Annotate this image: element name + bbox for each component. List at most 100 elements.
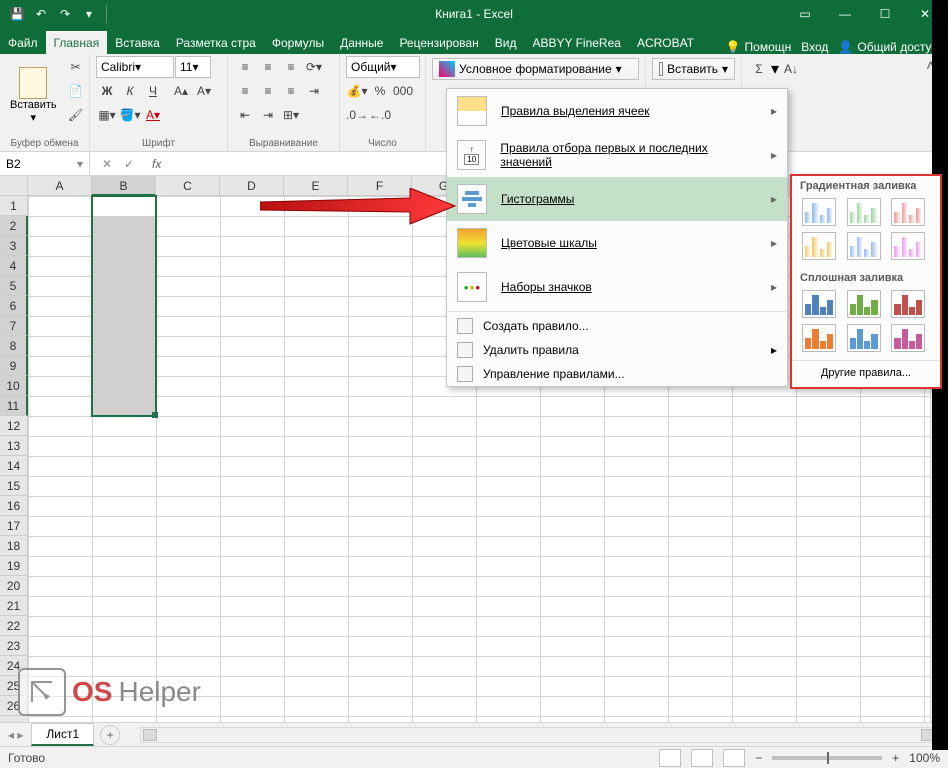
ribbon-options-button[interactable]: ▭ <box>786 1 824 27</box>
minimize-button[interactable]: — <box>826 1 864 27</box>
tab-file[interactable]: Файл <box>0 31 46 54</box>
borders-button[interactable]: ▦▾ <box>96 104 118 126</box>
data-bar-gradient-option[interactable] <box>802 198 836 226</box>
row-header[interactable]: 23 <box>0 636 28 656</box>
increase-indent-button[interactable]: ⇥ <box>257 104 279 126</box>
undo-button[interactable]: ↶ <box>30 3 52 25</box>
tab-acrobat[interactable]: ACROBAT <box>629 31 702 54</box>
redo-button[interactable]: ↷ <box>54 3 76 25</box>
row-header[interactable]: 2 <box>0 216 28 236</box>
underline-button[interactable]: Ч <box>142 80 164 102</box>
align-top-button[interactable]: ≡ <box>234 56 256 78</box>
decrease-decimal-button[interactable]: ←.0 <box>369 104 391 126</box>
data-bar-gradient-option[interactable] <box>847 232 881 260</box>
orientation-button[interactable]: ⟳▾ <box>303 56 325 78</box>
sheet-tab[interactable]: Лист1 <box>31 723 94 746</box>
percent-button[interactable]: % <box>369 80 391 102</box>
row-header[interactable]: 17 <box>0 516 28 536</box>
data-bar-solid-option[interactable] <box>802 290 836 318</box>
row-header[interactable]: 25 <box>0 676 28 696</box>
row-header[interactable]: 8 <box>0 336 28 356</box>
align-center-button[interactable]: ≡ <box>257 80 279 102</box>
select-all-button[interactable] <box>0 176 28 196</box>
merge-button[interactable]: ⊞▾ <box>280 104 302 126</box>
cf-color-scales-item[interactable]: Цветовые шкалы ▸ <box>447 221 787 265</box>
data-bar-gradient-option[interactable] <box>891 198 925 226</box>
align-left-button[interactable]: ≡ <box>234 80 256 102</box>
number-format-combo[interactable]: Общий ▾ <box>346 56 420 78</box>
data-bar-solid-option[interactable] <box>891 324 925 352</box>
font-color-button[interactable]: A▾ <box>142 104 164 126</box>
row-header[interactable]: 22 <box>0 616 28 636</box>
column-header[interactable]: A <box>28 176 92 196</box>
more-rules-link[interactable]: Другие правила... <box>792 360 940 385</box>
fill-handle[interactable] <box>152 412 158 418</box>
cf-data-bars-item[interactable]: Гистограммы ▸ <box>447 177 787 221</box>
tab-home[interactable]: Главная <box>46 31 108 54</box>
accounting-button[interactable]: 💰▾ <box>346 80 368 102</box>
row-header[interactable]: 19 <box>0 556 28 576</box>
cf-clear-rules-item[interactable]: Удалить правила ▸ <box>447 338 787 362</box>
add-sheet-button[interactable]: + <box>100 725 120 745</box>
qat-dropdown[interactable]: ▾ <box>78 3 100 25</box>
page-break-view-button[interactable] <box>723 749 745 767</box>
data-bar-gradient-option[interactable] <box>891 232 925 260</box>
tell-me[interactable]: 💡Помощн <box>726 40 792 54</box>
data-bar-gradient-option[interactable] <box>847 198 881 226</box>
row-header[interactable]: 15 <box>0 476 28 496</box>
row-header[interactable]: 14 <box>0 456 28 476</box>
copy-button[interactable]: 📄 <box>65 80 87 102</box>
row-header[interactable]: 26 <box>0 696 28 716</box>
row-header[interactable]: 12 <box>0 416 28 436</box>
decrease-indent-button[interactable]: ⇤ <box>234 104 256 126</box>
format-painter-button[interactable]: 🖌 <box>65 104 87 126</box>
name-box[interactable]: B2▾ <box>0 152 90 175</box>
cf-icon-sets-item[interactable]: ●●● Наборы значков ▸ <box>447 265 787 309</box>
horizontal-scrollbar[interactable] <box>140 727 938 743</box>
row-header[interactable]: 20 <box>0 576 28 596</box>
column-header[interactable]: F <box>348 176 412 196</box>
zoom-out-button[interactable]: − <box>755 751 762 765</box>
cf-new-rule-item[interactable]: Создать правило... <box>447 314 787 338</box>
cut-button[interactable]: ✂ <box>65 56 87 78</box>
tab-formulas[interactable]: Формулы <box>264 31 332 54</box>
wrap-text-button[interactable]: ⇥ <box>303 80 325 102</box>
bold-button[interactable]: Ж <box>96 80 118 102</box>
row-header[interactable]: 9 <box>0 356 28 376</box>
enter-formula-button[interactable]: ✓ <box>118 157 140 171</box>
cf-highlight-cells-item[interactable]: Правила выделения ячеек ▸ <box>447 89 787 133</box>
normal-view-button[interactable] <box>659 749 681 767</box>
scroll-left-button[interactable] <box>143 729 157 741</box>
increase-size-button[interactable]: A▴ <box>170 80 192 102</box>
row-header[interactable]: 4 <box>0 256 28 276</box>
row-header[interactable]: 3 <box>0 236 28 256</box>
conditional-formatting-button[interactable]: Условное форматирование ▾ <box>432 58 639 80</box>
row-header[interactable]: 6 <box>0 296 28 316</box>
align-middle-button[interactable]: ≡ <box>257 56 279 78</box>
maximize-button[interactable]: ☐ <box>866 1 904 27</box>
save-button[interactable]: 💾 <box>6 3 28 25</box>
font-name-combo[interactable]: Calibri ▾ <box>96 56 174 78</box>
tab-insert[interactable]: Вставка <box>107 31 168 54</box>
sign-in[interactable]: Вход <box>801 40 828 54</box>
tab-view[interactable]: Вид <box>487 31 525 54</box>
tab-abbyy[interactable]: ABBYY FineRea <box>524 31 629 54</box>
cancel-formula-button[interactable]: ✕ <box>96 157 118 171</box>
column-header[interactable]: E <box>284 176 348 196</box>
tab-review[interactable]: Рецензирован <box>391 31 486 54</box>
fill-color-button[interactable]: 🪣▾ <box>119 104 141 126</box>
row-header[interactable]: 13 <box>0 436 28 456</box>
share-button[interactable]: 👤Общий доступ <box>838 40 938 54</box>
paste-button[interactable]: Вставить ▾ <box>6 56 61 134</box>
autosum-button[interactable]: Σ <box>748 58 770 80</box>
increase-decimal-button[interactable]: .0→ <box>346 104 368 126</box>
insert-function-button[interactable]: fx <box>146 157 167 171</box>
align-bottom-button[interactable]: ≡ <box>280 56 302 78</box>
data-bar-solid-option[interactable] <box>802 324 836 352</box>
row-header[interactable]: 21 <box>0 596 28 616</box>
row-header[interactable]: 24 <box>0 656 28 676</box>
tab-page-layout[interactable]: Разметка стра <box>168 31 264 54</box>
italic-button[interactable]: К <box>119 80 141 102</box>
data-bar-solid-option[interactable] <box>847 324 881 352</box>
row-header[interactable]: 11 <box>0 396 28 416</box>
